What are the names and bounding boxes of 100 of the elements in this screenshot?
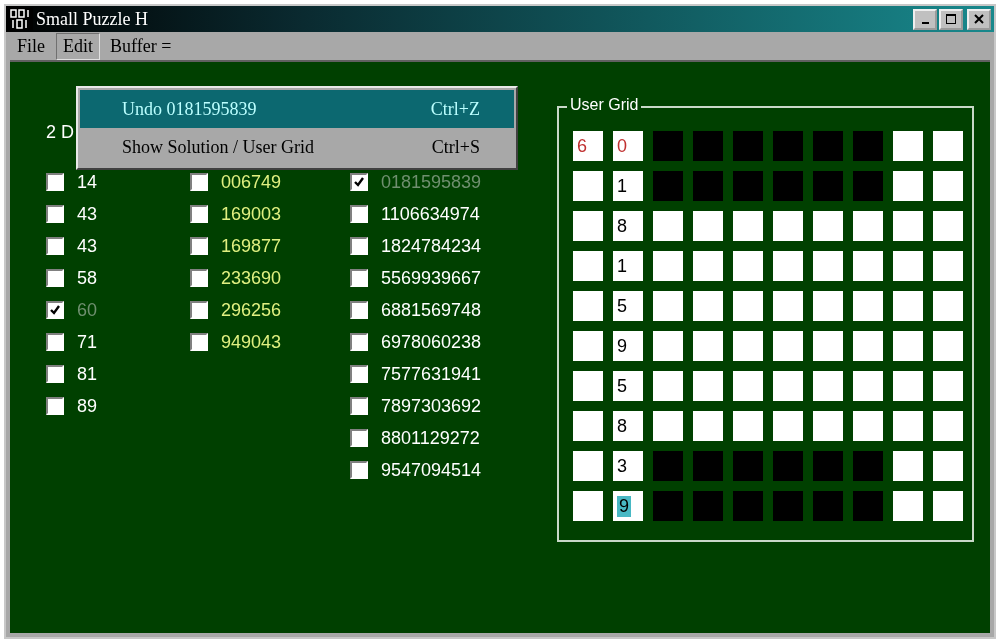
checkbox[interactable]	[46, 237, 64, 255]
grid-cell[interactable]: 1	[613, 171, 643, 201]
grid-cell[interactable]	[853, 251, 883, 281]
grid-cell[interactable]	[573, 371, 603, 401]
grid-cell[interactable]	[893, 411, 923, 441]
grid-cell[interactable]	[813, 251, 843, 281]
checkbox[interactable]	[350, 429, 368, 447]
grid-cell[interactable]: 5	[613, 291, 643, 321]
menu-item[interactable]: File	[10, 32, 52, 60]
grid-cell[interactable]	[773, 211, 803, 241]
checkbox[interactable]	[46, 365, 64, 383]
grid-cell[interactable]	[773, 291, 803, 321]
menu-item[interactable]: Undo 0181595839 Ctrl+Z	[80, 90, 514, 128]
checkbox[interactable]	[46, 333, 64, 351]
grid-cell[interactable]	[773, 331, 803, 361]
grid-cell[interactable]	[573, 491, 603, 521]
grid-cell[interactable]	[813, 331, 843, 361]
filled-cell[interactable]	[653, 451, 683, 481]
checkbox[interactable]	[350, 365, 368, 383]
maximize-button[interactable]	[939, 8, 963, 30]
checkbox[interactable]	[46, 205, 64, 223]
filled-cell[interactable]	[733, 131, 763, 161]
grid-cell[interactable]	[653, 251, 683, 281]
grid-cell[interactable]: 3	[613, 451, 643, 481]
grid-cell[interactable]	[773, 411, 803, 441]
grid-cell[interactable]: 8	[613, 211, 643, 241]
grid-cell[interactable]: 5	[613, 371, 643, 401]
grid-cell[interactable]	[573, 251, 603, 281]
grid-cell[interactable]	[853, 211, 883, 241]
grid-cell[interactable]	[893, 291, 923, 321]
grid-cell[interactable]	[813, 211, 843, 241]
minimize-button[interactable]	[913, 8, 937, 30]
checkbox[interactable]	[46, 269, 64, 287]
checkbox[interactable]	[350, 333, 368, 351]
grid-cell[interactable]	[653, 371, 683, 401]
filled-cell[interactable]	[773, 171, 803, 201]
filled-cell[interactable]	[853, 491, 883, 521]
checkbox[interactable]	[190, 173, 208, 191]
grid-cell[interactable]	[733, 331, 763, 361]
filled-cell[interactable]	[693, 131, 723, 161]
grid-cell[interactable]	[813, 411, 843, 441]
grid-cell[interactable]: 0	[613, 131, 643, 161]
grid-cell[interactable]	[653, 291, 683, 321]
grid-cell[interactable]	[933, 451, 963, 481]
close-button[interactable]	[967, 8, 991, 30]
grid-cell[interactable]	[573, 291, 603, 321]
grid-cell[interactable]	[933, 251, 963, 281]
grid-cell[interactable]	[693, 211, 723, 241]
grid-cell[interactable]	[693, 251, 723, 281]
grid-cell[interactable]	[573, 411, 603, 441]
grid-cell[interactable]	[933, 371, 963, 401]
grid-cell[interactable]	[893, 491, 923, 521]
checkbox[interactable]	[46, 173, 64, 191]
filled-cell[interactable]	[773, 451, 803, 481]
checkbox[interactable]	[190, 269, 208, 287]
grid-cell[interactable]	[773, 251, 803, 281]
grid-cell[interactable]	[573, 171, 603, 201]
grid-cell[interactable]	[733, 251, 763, 281]
filled-cell[interactable]	[693, 171, 723, 201]
grid-cell[interactable]	[933, 171, 963, 201]
filled-cell[interactable]	[773, 491, 803, 521]
grid-cell[interactable]	[693, 291, 723, 321]
checkbox[interactable]	[350, 237, 368, 255]
grid-cell[interactable]	[733, 291, 763, 321]
checkbox[interactable]	[46, 301, 64, 319]
grid-cell[interactable]	[933, 211, 963, 241]
grid-cell[interactable]	[573, 211, 603, 241]
grid-cell[interactable]	[933, 331, 963, 361]
grid-cell[interactable]	[773, 371, 803, 401]
grid-cell[interactable]: 9	[613, 331, 643, 361]
checkbox[interactable]	[190, 205, 208, 223]
grid-cell[interactable]	[933, 291, 963, 321]
filled-cell[interactable]	[693, 491, 723, 521]
filled-cell[interactable]	[773, 131, 803, 161]
filled-cell[interactable]	[653, 131, 683, 161]
filled-cell[interactable]	[813, 491, 843, 521]
grid-cell[interactable]	[653, 331, 683, 361]
grid-cell[interactable]	[893, 171, 923, 201]
grid-cell[interactable]	[813, 371, 843, 401]
grid-cell[interactable]	[853, 291, 883, 321]
grid-cell[interactable]	[933, 411, 963, 441]
grid-cell[interactable]	[893, 131, 923, 161]
grid-cell[interactable]	[653, 411, 683, 441]
grid-cell[interactable]	[893, 251, 923, 281]
grid-cell[interactable]	[813, 291, 843, 321]
checkbox[interactable]	[46, 397, 64, 415]
checkbox[interactable]	[350, 301, 368, 319]
grid-cell[interactable]	[733, 211, 763, 241]
grid-cell[interactable]	[893, 331, 923, 361]
grid-cell[interactable]: 8	[613, 411, 643, 441]
filled-cell[interactable]	[813, 131, 843, 161]
filled-cell[interactable]	[733, 491, 763, 521]
grid-cell[interactable]	[653, 211, 683, 241]
menu-item[interactable]: Edit	[56, 32, 100, 60]
grid-cell[interactable]	[893, 451, 923, 481]
grid-cell[interactable]: 9	[613, 491, 643, 521]
filled-cell[interactable]	[853, 451, 883, 481]
grid-cell[interactable]	[693, 411, 723, 441]
checkbox[interactable]	[350, 461, 368, 479]
filled-cell[interactable]	[853, 171, 883, 201]
